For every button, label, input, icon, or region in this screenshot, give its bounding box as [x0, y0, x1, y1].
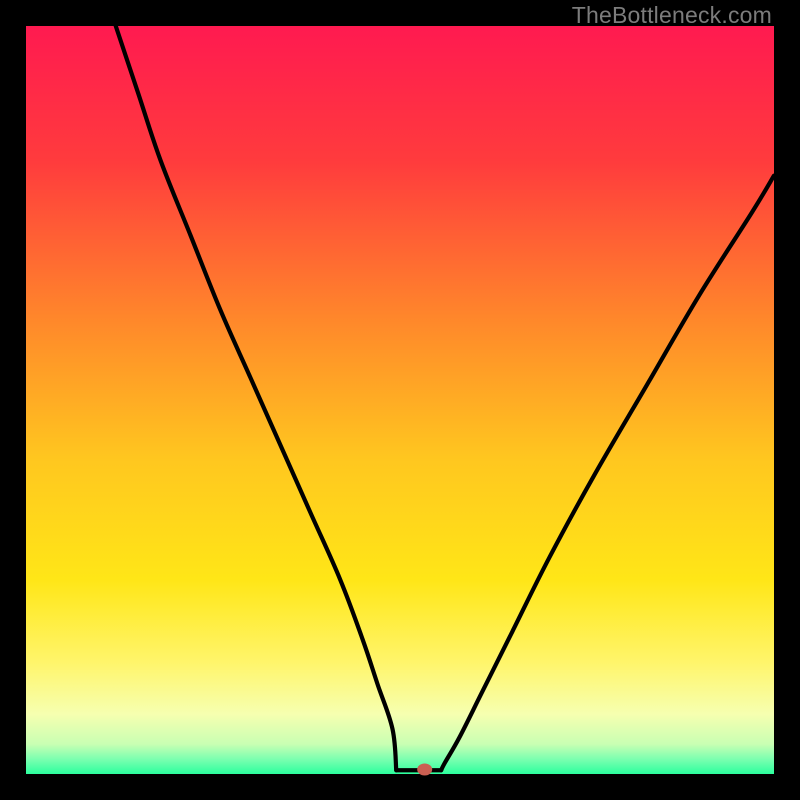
chart-frame: TheBottleneck.com: [0, 0, 800, 800]
curve-svg: [26, 26, 774, 774]
plot-area: [26, 26, 774, 774]
curve-left-branch: [116, 26, 397, 770]
bottleneck-marker: [417, 764, 432, 776]
curve-right-branch: [441, 176, 774, 771]
watermark-text: TheBottleneck.com: [572, 2, 772, 29]
